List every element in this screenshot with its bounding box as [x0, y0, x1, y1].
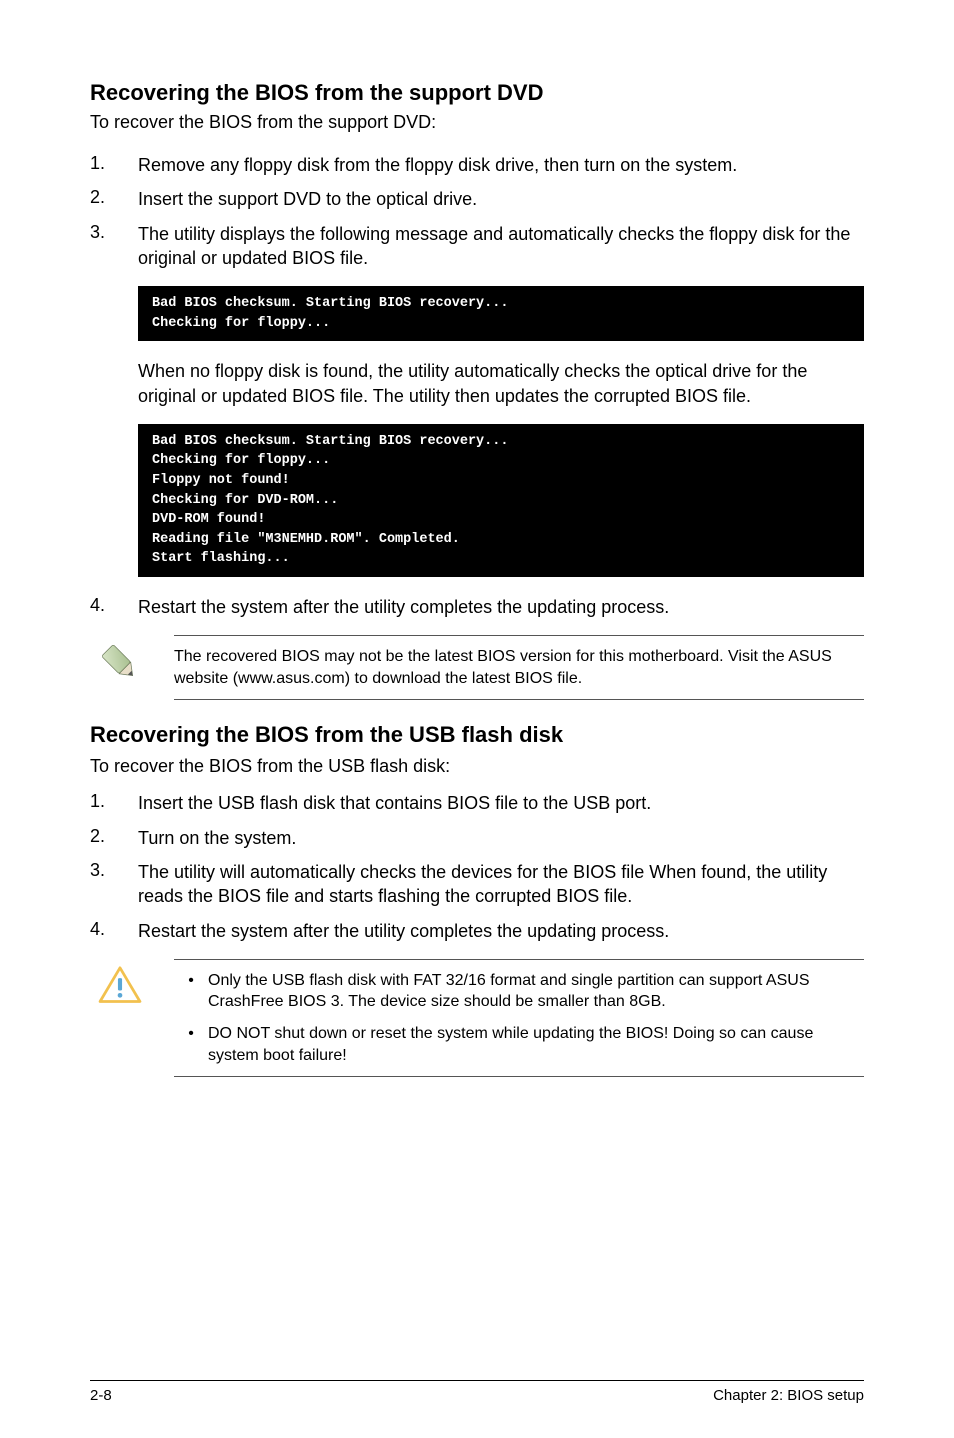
code-block-2-wrap: Bad BIOS checksum. Starting BIOS recover… — [90, 424, 864, 577]
section2-steps: 1. Insert the USB flash disk that contai… — [90, 791, 864, 942]
step-number: 2. — [90, 826, 138, 850]
section1-intro: To recover the BIOS from the support DVD… — [90, 112, 864, 133]
list-item: 4. Restart the system after the utility … — [90, 595, 864, 619]
step-number: 4. — [90, 919, 138, 943]
terminal-output: Bad BIOS checksum. Starting BIOS recover… — [138, 286, 864, 341]
step-text: Turn on the system. — [138, 826, 864, 850]
list-item: 3. The utility will automatically checks… — [90, 860, 864, 909]
step-number: 4. — [90, 595, 138, 619]
list-item: 3. The utility displays the following me… — [90, 222, 864, 271]
warning-icon — [90, 959, 150, 1005]
note-box: The recovered BIOS may not be the latest… — [90, 635, 864, 700]
bullet-icon: • — [174, 970, 208, 1013]
step-text: Insert the USB flash disk that contains … — [138, 791, 864, 815]
step-number: 3. — [90, 860, 138, 909]
code-block-1-wrap: Bad BIOS checksum. Starting BIOS recover… — [90, 286, 864, 341]
step-number: 2. — [90, 187, 138, 211]
section2-intro: To recover the BIOS from the USB flash d… — [90, 756, 864, 777]
list-item: 2. Turn on the system. — [90, 826, 864, 850]
warning-text: DO NOT shut down or reset the system whi… — [208, 1023, 864, 1066]
step-number: 1. — [90, 153, 138, 177]
step-text: Restart the system after the utility com… — [138, 595, 864, 619]
terminal-output: Bad BIOS checksum. Starting BIOS recover… — [138, 424, 864, 577]
step-number: 1. — [90, 791, 138, 815]
step-text: Remove any floppy disk from the floppy d… — [138, 153, 864, 177]
note-text: The recovered BIOS may not be the latest… — [174, 635, 864, 700]
list-item: 1. Remove any floppy disk from the flopp… — [90, 153, 864, 177]
step-text: The utility displays the following messa… — [138, 222, 864, 271]
footer-page-number: 2-8 — [90, 1387, 112, 1404]
warning-text: Only the USB flash disk with FAT 32/16 f… — [208, 970, 864, 1013]
footer-chapter: Chapter 2: BIOS setup — [713, 1387, 864, 1404]
warning-body: • Only the USB flash disk with FAT 32/16… — [174, 959, 864, 1077]
step-text: Restart the system after the utility com… — [138, 919, 864, 943]
step-number: 3. — [90, 222, 138, 271]
warning-item: • DO NOT shut down or reset the system w… — [174, 1023, 864, 1066]
warning-item: • Only the USB flash disk with FAT 32/16… — [174, 970, 864, 1013]
section1-title: Recovering the BIOS from the support DVD — [90, 80, 864, 106]
pencil-icon — [90, 635, 150, 685]
section1-steps: 1. Remove any floppy disk from the flopp… — [90, 153, 864, 270]
list-item: 2. Insert the support DVD to the optical… — [90, 187, 864, 211]
warning-box: • Only the USB flash disk with FAT 32/16… — [90, 959, 864, 1077]
section1-step4: 4. Restart the system after the utility … — [90, 595, 864, 619]
section2-title: Recovering the BIOS from the USB flash d… — [90, 722, 864, 748]
page-footer: 2-8 Chapter 2: BIOS setup — [0, 1380, 954, 1438]
bullet-icon: • — [174, 1023, 208, 1066]
section1-paragraph: When no floppy disk is found, the utilit… — [90, 359, 864, 408]
list-item: 4. Restart the system after the utility … — [90, 919, 864, 943]
step-text: The utility will automatically checks th… — [138, 860, 864, 909]
step-text: Insert the support DVD to the optical dr… — [138, 187, 864, 211]
list-item: 1. Insert the USB flash disk that contai… — [90, 791, 864, 815]
